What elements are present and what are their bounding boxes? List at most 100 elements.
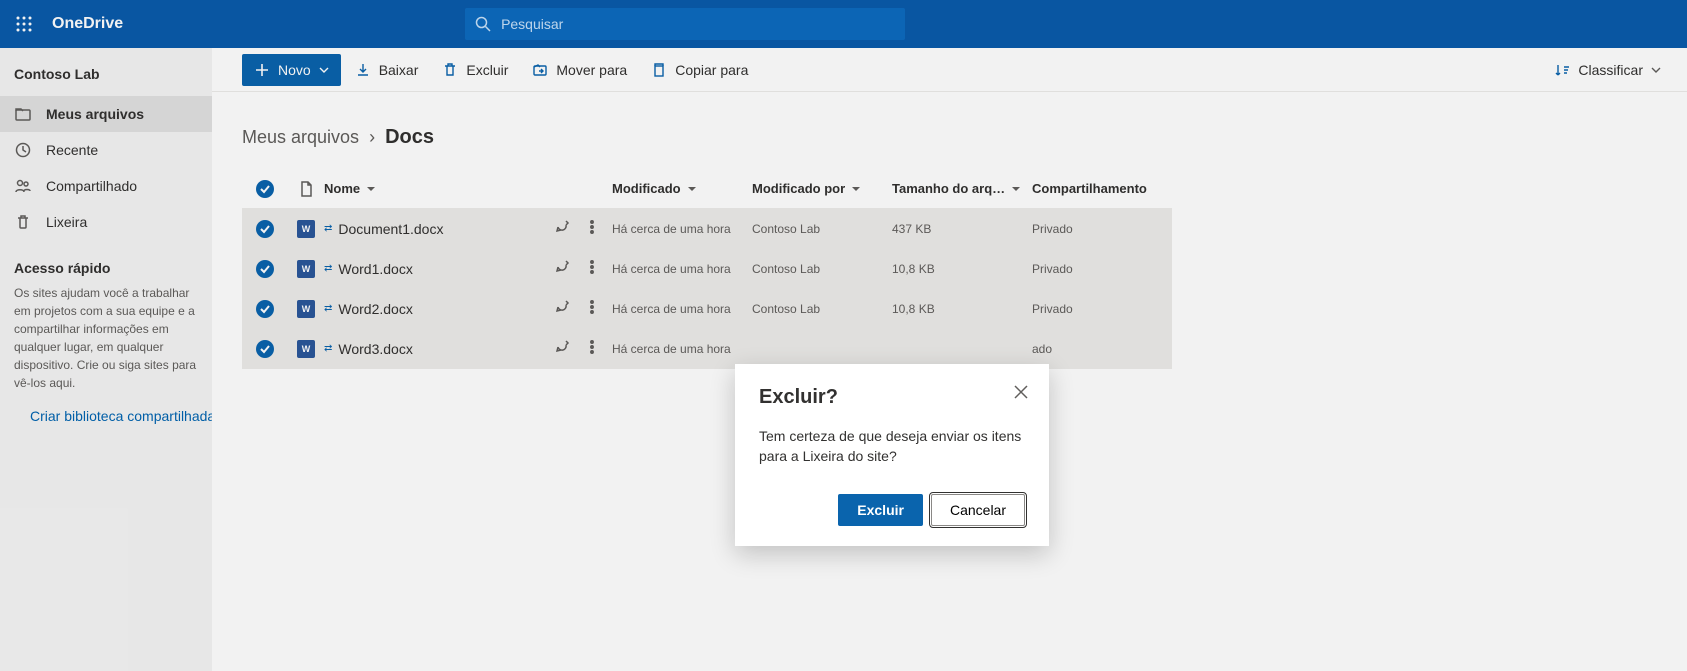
- copy-button[interactable]: Copiar para: [641, 54, 758, 86]
- new-button[interactable]: Novo: [242, 54, 341, 86]
- table-row[interactable]: ⇄ Word3.docx Há cerca de uma hora ado: [242, 329, 1172, 369]
- nav-my-files[interactable]: Meus arquivos: [0, 96, 212, 132]
- check-icon: [256, 220, 274, 238]
- file-name[interactable]: Word2.docx: [338, 301, 412, 317]
- cell-sharing: Privado: [1032, 302, 1172, 316]
- col-sharing[interactable]: Compartilhamento: [1032, 181, 1172, 196]
- share-icon[interactable]: [554, 219, 570, 238]
- search-icon: [475, 16, 491, 32]
- left-nav: Contoso Lab Meus arquivos Recente Compar…: [0, 48, 212, 671]
- main-region: Novo Baixar Excluir Mover para Copiar pa…: [212, 48, 1687, 671]
- word-file-icon: [288, 260, 324, 278]
- cell-modified: Há cerca de uma hora: [612, 342, 752, 356]
- download-button[interactable]: Baixar: [345, 54, 429, 86]
- more-icon[interactable]: [584, 339, 600, 358]
- row-checkbox[interactable]: [242, 260, 288, 278]
- chevron-right-icon: ›: [369, 127, 375, 148]
- sort-label: Classificar: [1578, 62, 1643, 78]
- check-icon: [256, 340, 274, 358]
- cell-sharing: ado: [1032, 342, 1172, 356]
- row-checkbox[interactable]: [242, 220, 288, 238]
- check-icon: [256, 180, 274, 198]
- sort-button[interactable]: Classificar: [1544, 54, 1671, 86]
- column-header-row: Nome Modificado Modificado por Tamanho d…: [242, 169, 1172, 209]
- row-checkbox[interactable]: [242, 300, 288, 318]
- table-row[interactable]: ⇄ Document1.docx Há cerca de uma horaConto…: [242, 209, 1172, 249]
- file-name[interactable]: Document1.docx: [338, 221, 443, 237]
- col-size[interactable]: Tamanho do arq…: [892, 181, 1032, 196]
- word-file-icon: [288, 340, 324, 358]
- move-icon: [532, 62, 548, 78]
- quick-access-heading: Acesso rápido: [0, 240, 212, 280]
- share-icon[interactable]: [554, 259, 570, 278]
- copy-label: Copiar para: [675, 62, 748, 78]
- nav-shared[interactable]: Compartilhado: [0, 168, 212, 204]
- download-icon: [355, 62, 371, 78]
- breadcrumb-root[interactable]: Meus arquivos: [242, 127, 359, 148]
- cell-modified: Há cerca de uma hora: [612, 222, 752, 236]
- col-modified[interactable]: Modificado: [612, 181, 752, 196]
- copy-icon: [651, 62, 667, 78]
- more-icon[interactable]: [584, 219, 600, 238]
- search-box[interactable]: [465, 8, 905, 40]
- col-name[interactable]: Nome: [324, 181, 376, 196]
- brand-label[interactable]: OneDrive: [52, 15, 123, 33]
- more-icon[interactable]: [584, 299, 600, 318]
- cell-size: 10,8 KB: [892, 302, 1032, 316]
- plus-icon: [254, 62, 270, 78]
- quick-access-text: Os sites ajudam você a trabalhar em proj…: [0, 280, 212, 396]
- file-name[interactable]: Word3.docx: [338, 341, 412, 357]
- dialog-confirm-button[interactable]: Excluir: [838, 494, 923, 526]
- sync-icon: ⇄: [324, 263, 332, 274]
- nav-recycle[interactable]: Lixeira: [0, 204, 212, 240]
- folder-icon: [14, 106, 32, 122]
- new-label: Novo: [278, 62, 311, 78]
- sync-icon: ⇄: [324, 223, 332, 234]
- file-type-header: [288, 181, 324, 197]
- check-icon: [256, 260, 274, 278]
- nav-label: Meus arquivos: [46, 106, 144, 122]
- app-launcher[interactable]: [0, 0, 48, 48]
- nav-label: Compartilhado: [46, 178, 137, 194]
- sort-icon: [1554, 62, 1570, 78]
- create-shared-library-link[interactable]: Criar biblioteca compartilhada: [0, 396, 212, 424]
- search-input[interactable]: [501, 16, 895, 32]
- cell-modified: Há cerca de uma hora: [612, 262, 752, 276]
- file-list: Nome Modificado Modificado por Tamanho d…: [212, 169, 1687, 369]
- chevron-down-icon: [319, 65, 329, 75]
- people-icon: [14, 178, 32, 194]
- check-icon: [256, 300, 274, 318]
- dialog-cancel-button[interactable]: Cancelar: [931, 494, 1025, 526]
- cell-size: 10,8 KB: [892, 262, 1032, 276]
- nav-recent[interactable]: Recente: [0, 132, 212, 168]
- sync-icon: ⇄: [324, 343, 332, 354]
- delete-dialog: Excluir? Tem certeza de que deseja envia…: [735, 364, 1049, 546]
- file-name[interactable]: Word1.docx: [338, 261, 412, 277]
- breadcrumb: Meus arquivos › Docs: [212, 92, 1687, 169]
- more-icon[interactable]: [584, 259, 600, 278]
- word-file-icon: [288, 300, 324, 318]
- cell-modifiedby: Contoso Lab: [752, 302, 892, 316]
- dialog-close-button[interactable]: [1011, 382, 1031, 402]
- share-icon[interactable]: [554, 299, 570, 318]
- table-row[interactable]: ⇄Word2.docxHá cerca de uma horaContoso L…: [242, 289, 1172, 329]
- chevron-down-icon: [1651, 65, 1661, 75]
- select-all[interactable]: [242, 180, 288, 198]
- row-checkbox[interactable]: [242, 340, 288, 358]
- command-bar: Novo Baixar Excluir Mover para Copiar pa…: [212, 48, 1687, 92]
- col-modifiedby[interactable]: Modificado por: [752, 181, 892, 196]
- nav-label: Lixeira: [46, 214, 87, 230]
- move-button[interactable]: Mover para: [522, 54, 637, 86]
- cell-modifiedby: Contoso Lab: [752, 262, 892, 276]
- trash-icon: [442, 62, 458, 78]
- tenant-name: Contoso Lab: [0, 60, 212, 96]
- nav-label: Recente: [46, 142, 98, 158]
- table-row[interactable]: ⇄ Word1.docx Há cerca de uma horaContoso L…: [242, 249, 1172, 289]
- cell-sharing: Privado: [1032, 262, 1172, 276]
- cell-size: 437 KB: [892, 222, 1032, 236]
- share-icon[interactable]: [554, 339, 570, 358]
- trash-icon: [14, 214, 32, 230]
- delete-button[interactable]: Excluir: [432, 54, 518, 86]
- cell-modifiedby: Contoso Lab: [752, 222, 892, 236]
- delete-label: Excluir: [466, 62, 508, 78]
